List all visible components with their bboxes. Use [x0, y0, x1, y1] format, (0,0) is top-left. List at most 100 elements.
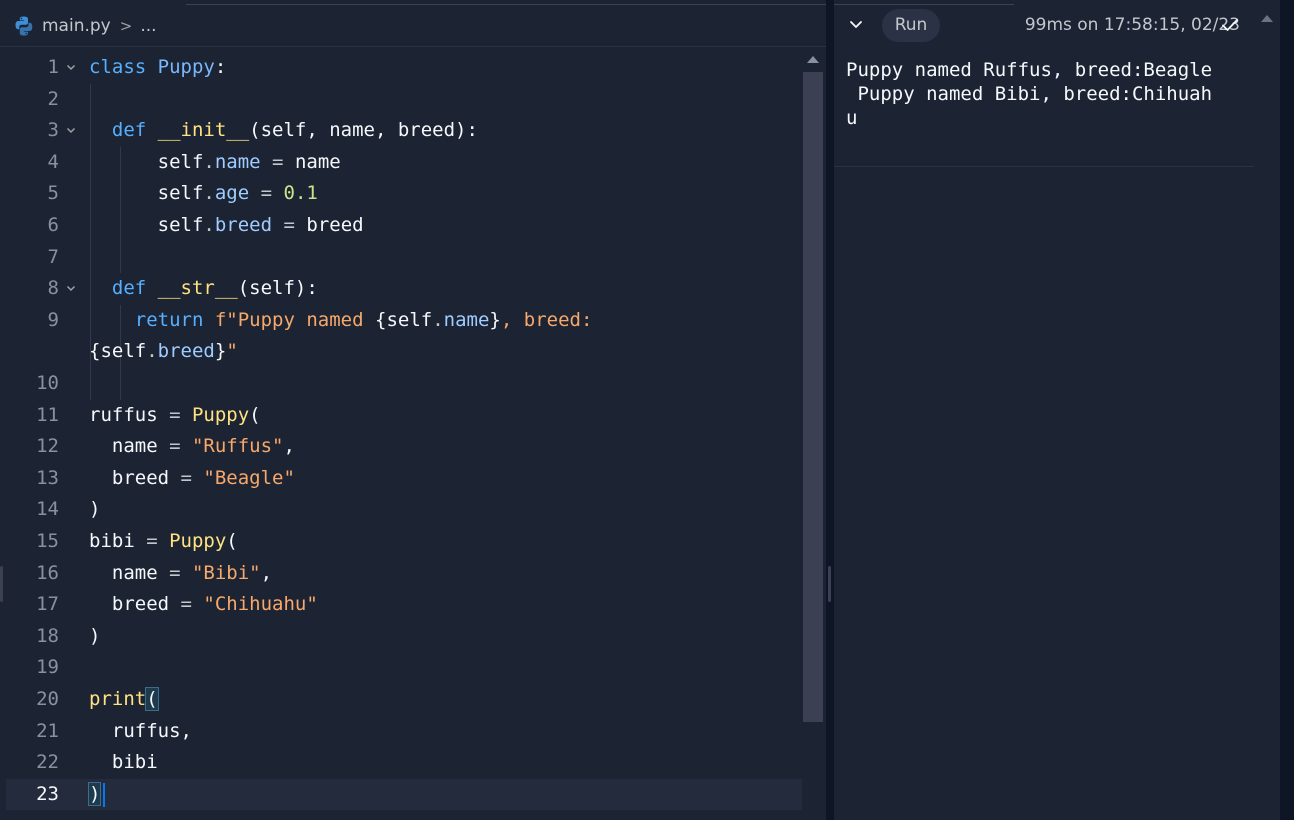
code-token: breed	[89, 593, 170, 616]
breadcrumb-separator: >	[119, 17, 133, 35]
code-token: "Bibi"	[191, 561, 261, 584]
code-line[interactable]: 3 def __init__(self, name, breed):	[6, 115, 802, 146]
breadcrumb-ellipsis[interactable]: ...	[140, 16, 156, 36]
code-line[interactable]: 4 self.name = name	[6, 147, 802, 178]
code-text[interactable]: )	[87, 779, 102, 810]
code-text[interactable]: def __str__(self):	[89, 273, 318, 304]
line-number: 12	[36, 435, 59, 458]
code-line[interactable]: 6 self.breed = breed	[6, 210, 802, 241]
line-number: 16	[36, 561, 59, 584]
code-text[interactable]: name = "Bibi",	[89, 558, 272, 589]
code-text[interactable]: name = "Ruffus",	[89, 431, 295, 462]
code-line[interactable]: 7	[6, 242, 802, 273]
code-line[interactable]: 17 breed = "Chihuahu"	[6, 589, 802, 620]
line-number: 4	[47, 150, 59, 173]
code-line[interactable]: 9 return f"Puppy named {self.name}, bree…	[6, 305, 802, 336]
line-number: 21	[36, 719, 59, 742]
code-text[interactable]: breed = "Beagle"	[89, 463, 295, 494]
console-output: Puppy named Ruffus, breed:Beagle Puppy n…	[846, 59, 1213, 129]
text-caret	[102, 782, 105, 807]
line-number: 7	[47, 245, 59, 268]
code-line[interactable]: 12 name = "Ruffus",	[6, 431, 802, 462]
resize-handle[interactable]	[828, 566, 831, 602]
code-token: =	[169, 593, 204, 616]
fold-chevron-down-icon[interactable]	[66, 62, 76, 72]
line-number: 11	[36, 403, 59, 426]
line-number: 9	[47, 308, 59, 331]
code-line[interactable]: {self.breed}"	[6, 336, 802, 367]
code-line[interactable]: 19	[6, 652, 802, 683]
editor-scrollbar-thumb[interactable]	[803, 72, 823, 722]
code-line[interactable]: 13 breed = "Beagle"	[6, 463, 802, 494]
code-line[interactable]: 14)	[6, 494, 802, 525]
code-token: breed	[214, 214, 273, 236]
code-token: {self	[89, 340, 147, 363]
code-text[interactable]: {self.breed}"	[89, 336, 238, 367]
code-line[interactable]: 20 print(	[6, 684, 802, 715]
code-token: (	[249, 403, 261, 426]
code-token: (	[226, 530, 238, 552]
code-text[interactable]: breed = "Chihuahu"	[89, 589, 318, 620]
code-token: class	[89, 56, 158, 78]
code-token: self	[89, 150, 204, 173]
code-text[interactable]: bibi	[89, 747, 158, 778]
breadcrumb-file[interactable]: main.py	[42, 16, 111, 36]
line-number: 19	[36, 656, 59, 679]
code-token: name	[443, 308, 490, 331]
line-number: 23	[36, 782, 59, 805]
chevron-down-icon[interactable]	[848, 16, 864, 32]
code-token: Puppy	[169, 530, 227, 552]
code-text[interactable]: self.name = name	[89, 147, 341, 178]
code-line[interactable]: 16 name = "Bibi",	[6, 558, 802, 589]
line-number: 17	[36, 593, 59, 616]
code-line[interactable]: 21 ruffus,	[6, 716, 802, 747]
fold-chevron-down-icon[interactable]	[66, 283, 76, 293]
code-text[interactable]: )	[89, 494, 100, 525]
left-resize-handle[interactable]	[0, 566, 3, 602]
code-text[interactable]: self.age = 0.1	[89, 178, 318, 209]
code-line[interactable]: 11 ruffus = Puppy(	[6, 400, 802, 431]
code-line[interactable]: 2	[6, 84, 802, 115]
code-text[interactable]: )	[89, 621, 100, 652]
run-button[interactable]: Run	[882, 9, 940, 42]
code-token: __init__	[157, 119, 250, 142]
code-line[interactable]: 1 class Puppy:	[6, 52, 802, 83]
code-line[interactable]: 23)	[6, 778, 802, 810]
console-scroll-up-icon[interactable]	[1261, 15, 1273, 22]
scroll-up-arrow-icon[interactable]	[807, 56, 819, 63]
editor-pane[interactable]: main.py >... 1 class Puppy: 2 3 def __init__…	[0, 0, 826, 820]
line-number: 22	[36, 751, 59, 774]
code-token: ruffus,	[89, 719, 192, 742]
check-icon	[1222, 19, 1238, 31]
code-token: (self, name, breed):	[249, 119, 478, 142]
code-line[interactable]: 8 def __str__(self):	[6, 273, 802, 304]
code-text[interactable]: ruffus = Puppy(	[89, 400, 261, 431]
code-text[interactable]: ruffus,	[89, 716, 192, 747]
breadcrumb[interactable]: main.py >...	[42, 15, 157, 37]
code-line[interactable]: 22 bibi	[6, 747, 802, 778]
code-text[interactable]: bibi = Puppy(	[89, 526, 238, 557]
code-line[interactable]: 18)	[6, 621, 802, 652]
console-header: Run 99ms on 17:58:15, 02/23	[834, 0, 1280, 46]
code-text[interactable]: def __init__(self, name, breed):	[89, 115, 478, 146]
code-token: {self	[375, 308, 433, 331]
line-number: 3	[47, 119, 59, 142]
code-text[interactable]: class Puppy:	[89, 52, 226, 83]
code-text[interactable]: self.breed = breed	[89, 210, 364, 241]
pane-divider[interactable]	[826, 0, 834, 820]
code-text[interactable]: print(	[89, 684, 159, 715]
code-token: 0.1	[283, 182, 318, 205]
code-line[interactable]: 10	[6, 368, 802, 399]
code-token: ,	[260, 561, 273, 584]
code-token: =	[157, 435, 192, 458]
code-token: def	[89, 119, 158, 142]
code-token: breed	[306, 214, 364, 236]
code-token: =	[249, 182, 284, 205]
code-line[interactable]: 5 self.age = 0.1	[6, 178, 802, 209]
fold-chevron-down-icon[interactable]	[66, 125, 76, 135]
code-text[interactable]: return f"Puppy named {self.name}, breed:	[89, 305, 593, 336]
code-token: ,	[283, 435, 295, 458]
code-token: f"Puppy named	[214, 308, 375, 331]
code-area[interactable]: 1 class Puppy: 2 3 def __init__(self, name,…	[6, 52, 802, 820]
code-line[interactable]: 15 bibi = Puppy(	[6, 526, 802, 557]
